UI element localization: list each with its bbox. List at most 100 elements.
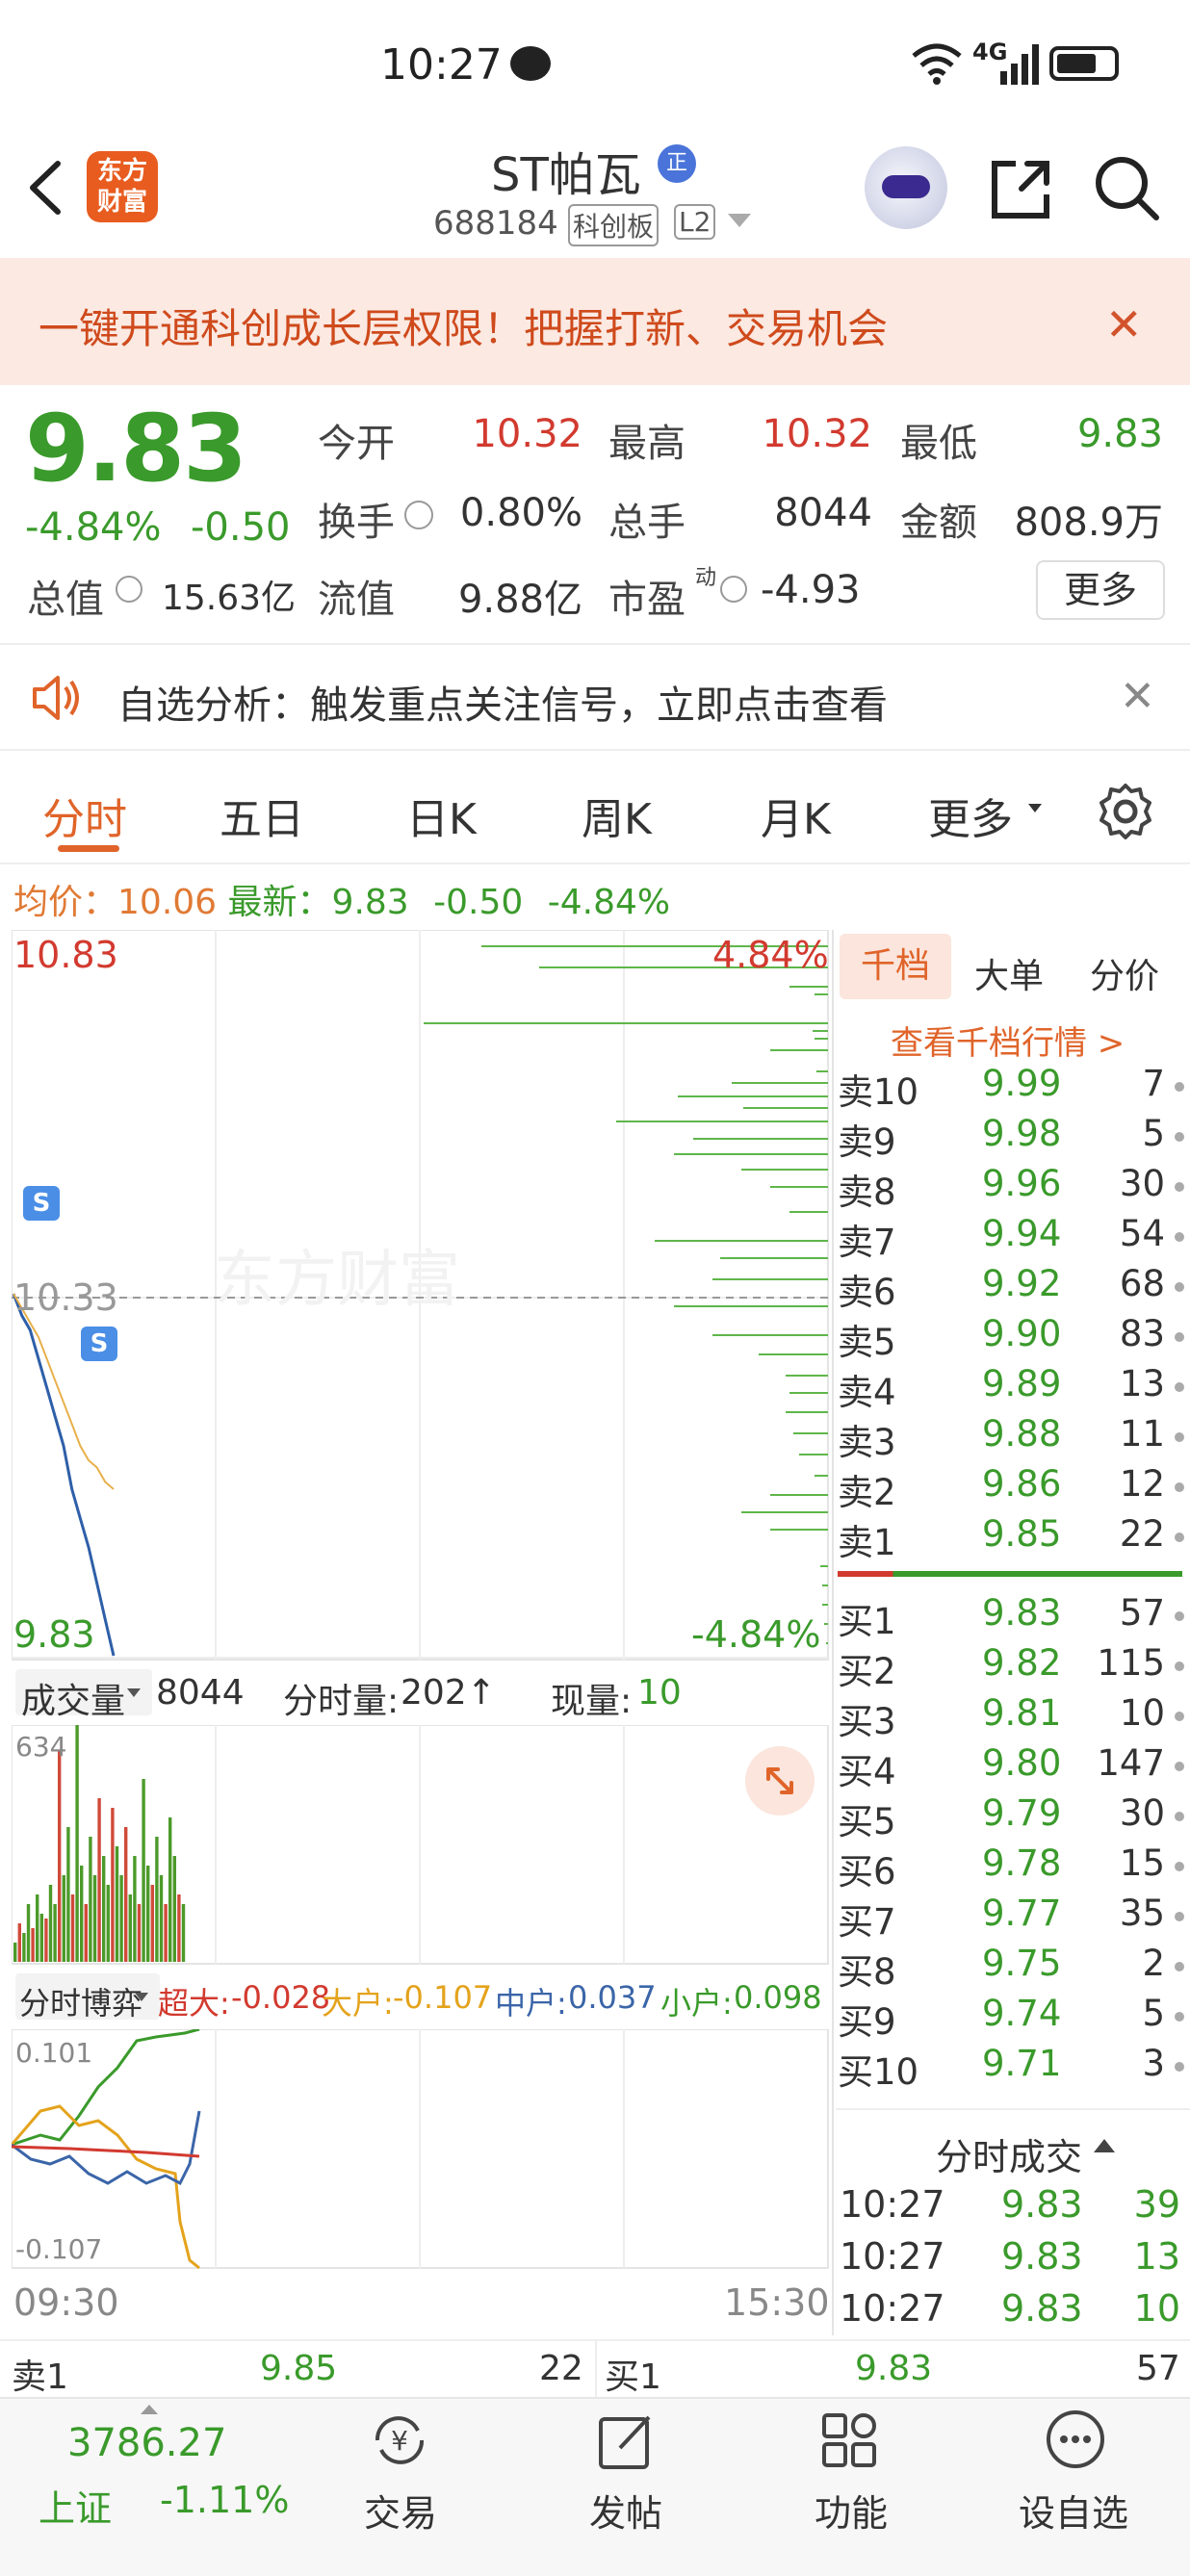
dot-icon bbox=[1175, 2012, 1184, 2022]
dot-icon bbox=[1175, 1962, 1184, 1971]
signal-icon bbox=[1000, 44, 1039, 85]
index-name[interactable]: 上证 bbox=[39, 2479, 112, 2532]
dot-icon bbox=[1175, 1082, 1184, 1092]
functions-grid-icon[interactable] bbox=[820, 2411, 880, 2471]
dot-icon bbox=[1175, 1912, 1184, 1921]
caret-down-icon[interactable] bbox=[1028, 804, 1042, 812]
ask-row[interactable]: 卖3 9.88 11 bbox=[838, 1413, 1184, 1463]
fund-flow-chart[interactable] bbox=[12, 2029, 830, 2270]
trade-icon[interactable]: ¥ bbox=[368, 2411, 431, 2469]
sell-signal-marker[interactable]: S bbox=[23, 1186, 60, 1221]
volume-value: 8044 bbox=[774, 491, 872, 535]
sell-signal-marker[interactable]: S bbox=[81, 1327, 117, 1361]
bid-volume: 10 bbox=[1119, 1692, 1165, 1734]
ask-row[interactable]: 卖4 9.89 13 bbox=[838, 1363, 1184, 1413]
dot-icon bbox=[1175, 1232, 1184, 1242]
bid-row[interactable]: 买7 9.77 35 bbox=[838, 1893, 1184, 1943]
bid-row[interactable]: 买9 9.74 5 bbox=[838, 1993, 1184, 2043]
bid-level: 买4 bbox=[838, 1751, 896, 1792]
tab-more[interactable]: 更多 bbox=[928, 785, 1013, 846]
back-arrow-icon[interactable] bbox=[21, 154, 69, 221]
trade-volume: 39 bbox=[1133, 2183, 1180, 2226]
share-icon[interactable] bbox=[987, 156, 1054, 223]
speaker-icon bbox=[33, 676, 79, 720]
info-icon[interactable] bbox=[720, 576, 747, 603]
promo-text[interactable]: 一键开通科创成长层权限！把握打新、交易机会 bbox=[39, 296, 888, 355]
best-quote-row: 卖1 9.85 22 买1 9.83 57 bbox=[0, 2339, 1190, 2399]
dot-icon bbox=[1175, 1533, 1184, 1542]
bid-row[interactable]: 买4 9.80 147 bbox=[838, 1742, 1184, 1792]
bid-row[interactable]: 买8 9.75 2 bbox=[838, 1943, 1184, 1993]
ask-volume: 13 bbox=[1119, 1363, 1165, 1404]
watermark: 东方财富 bbox=[214, 1245, 460, 1316]
volume-chart[interactable] bbox=[12, 1725, 830, 1966]
bid-level: 买7 bbox=[838, 1901, 896, 1943]
intraday-chart[interactable]: 东方财富 bbox=[12, 930, 830, 1662]
nav-trade[interactable]: 交易 bbox=[364, 2484, 437, 2537]
promo-close-icon[interactable]: ✕ bbox=[1105, 298, 1143, 350]
ask-row[interactable]: 卖10 9.99 7 bbox=[838, 1063, 1184, 1113]
dot-icon bbox=[1175, 1482, 1184, 1492]
app-logo[interactable]: 东方 财富 bbox=[87, 151, 158, 222]
volume-max-label: 634 bbox=[15, 1731, 67, 1763]
status-time: 10:27 bbox=[380, 40, 503, 90]
search-icon[interactable] bbox=[1093, 154, 1162, 223]
tab-monthly-k[interactable]: 月K bbox=[761, 785, 831, 846]
ask-row[interactable]: 卖2 9.86 12 bbox=[838, 1463, 1184, 1513]
ai-assistant-icon[interactable] bbox=[865, 146, 947, 229]
notice-text[interactable]: 自选分析：触发重点关注信号，立即点击查看 bbox=[117, 674, 888, 730]
nav-add-watchlist[interactable]: 设自选 bbox=[1019, 2484, 1128, 2537]
caret-up-icon[interactable] bbox=[141, 2405, 158, 2414]
ask-row[interactable]: 卖9 9.98 5 bbox=[838, 1113, 1184, 1163]
nav-post[interactable]: 发帖 bbox=[589, 2484, 662, 2537]
ask-row[interactable]: 卖7 9.94 54 bbox=[838, 1213, 1184, 1263]
ask-row[interactable]: 卖8 9.96 30 bbox=[838, 1163, 1184, 1213]
bid-row[interactable]: 买6 9.78 15 bbox=[838, 1842, 1184, 1893]
index-value[interactable]: 3786.27 bbox=[67, 2421, 226, 2465]
turnover-value: 0.80% bbox=[459, 491, 582, 535]
level-tag[interactable]: L2 bbox=[674, 204, 716, 240]
fund-flow-header: 分时博弈 超大: -0.028 大户: -0.107 中户: 0.037 小户:… bbox=[12, 1970, 830, 2027]
dot-icon bbox=[1175, 1611, 1184, 1621]
bid-row[interactable]: 买1 9.83 57 bbox=[838, 1592, 1184, 1642]
expand-icon[interactable] bbox=[745, 1746, 815, 1816]
bid-row[interactable]: 买10 9.71 3 bbox=[838, 2043, 1184, 2093]
tab-weekly-k[interactable]: 周K bbox=[582, 785, 652, 846]
tab-daily-k[interactable]: 日K bbox=[406, 785, 477, 846]
high-value: 10.32 bbox=[762, 412, 872, 456]
info-icon[interactable] bbox=[404, 501, 433, 529]
bid-level: 买2 bbox=[838, 1651, 896, 1692]
more-dots-icon[interactable] bbox=[1045, 2409, 1106, 2470]
ask-level: 卖2 bbox=[838, 1472, 896, 1513]
trades-title[interactable]: 分时成交 bbox=[936, 2127, 1082, 2180]
more-button[interactable]: 更多 bbox=[1036, 560, 1165, 620]
bid-row[interactable]: 买3 9.81 10 bbox=[838, 1692, 1184, 1742]
settings-gear-icon[interactable] bbox=[1096, 782, 1155, 841]
tab-fenshi[interactable]: 分时 bbox=[42, 785, 127, 846]
divider bbox=[836, 2108, 1190, 2110]
stock-name: ST帕瓦 bbox=[491, 148, 641, 202]
ask-row[interactable]: 卖6 9.92 68 bbox=[838, 1263, 1184, 1313]
notice-close-icon[interactable]: ✕ bbox=[1120, 672, 1155, 721]
caret-down-icon[interactable] bbox=[728, 214, 751, 227]
tab-five-day[interactable]: 五日 bbox=[220, 785, 304, 846]
ask-row[interactable]: 卖1 9.85 22 bbox=[838, 1513, 1184, 1563]
ask-row[interactable]: 卖5 9.90 83 bbox=[838, 1313, 1184, 1363]
price-info-line: 均价：10.06 最新：9.83 -0.50 -4.84% bbox=[13, 883, 671, 922]
view-depth-link[interactable]: 查看千档行情 > bbox=[891, 1017, 1125, 1064]
trade-row: 10:27 9.83 13 bbox=[838, 2235, 1184, 2287]
tab-large-orders[interactable]: 大单 bbox=[974, 948, 1044, 998]
stock-code: 688184 bbox=[433, 204, 558, 243]
bid-level: 买9 bbox=[838, 2001, 896, 2043]
tab-qiandang[interactable]: 千档 bbox=[840, 934, 951, 999]
tab-price-split[interactable]: 分价 bbox=[1090, 948, 1159, 998]
bid-row[interactable]: 买5 9.79 30 bbox=[838, 1792, 1184, 1842]
ask-level: 卖1 bbox=[838, 1522, 896, 1563]
turnover-label: 换手 bbox=[318, 501, 395, 545]
nav-functions[interactable]: 功能 bbox=[815, 2484, 888, 2537]
post-icon[interactable] bbox=[597, 2411, 657, 2471]
caret-up-icon[interactable] bbox=[1094, 2139, 1115, 2152]
info-icon[interactable] bbox=[116, 576, 142, 603]
index-percent[interactable]: -1.11% bbox=[160, 2479, 289, 2521]
bid-row[interactable]: 买2 9.82 115 bbox=[838, 1642, 1184, 1692]
